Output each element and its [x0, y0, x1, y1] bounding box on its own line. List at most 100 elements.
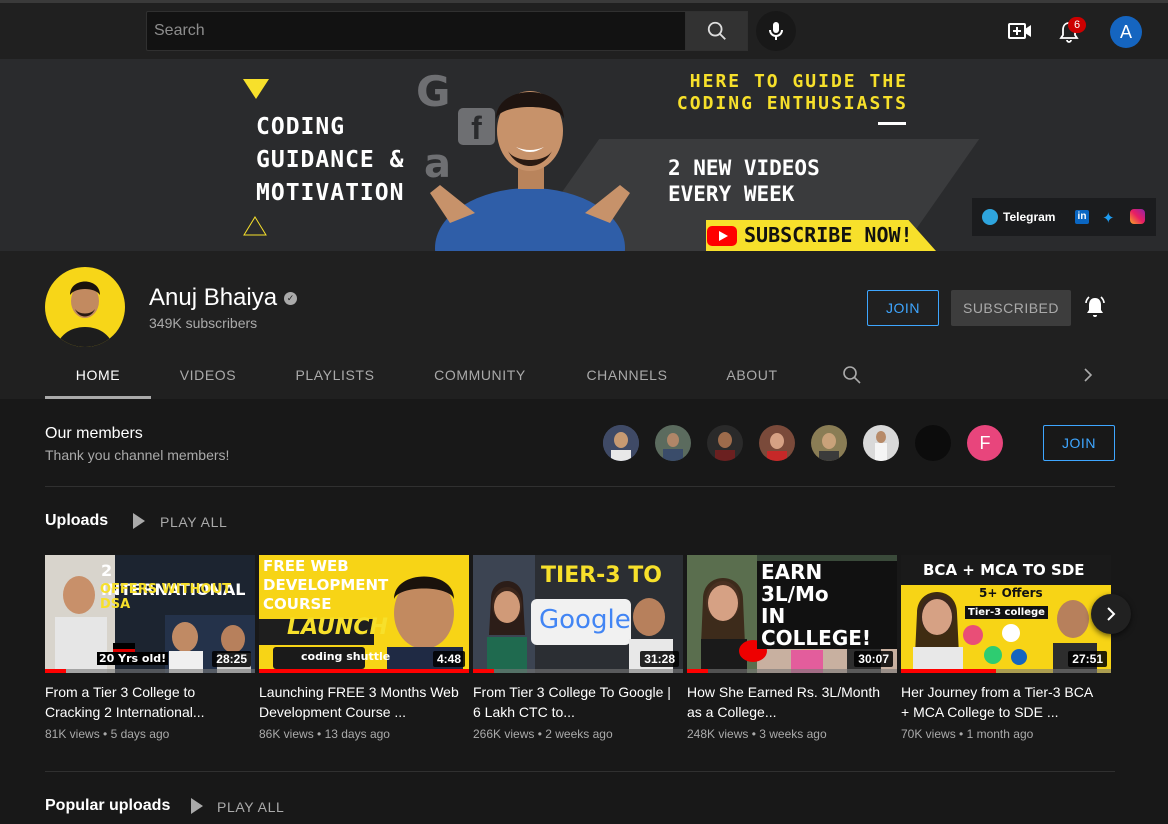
watch-progress-track [45, 669, 255, 673]
tab-home[interactable]: HOME [45, 354, 151, 399]
video-duration: 4:48 [432, 651, 465, 667]
thumbnail-headline: EARN 3L/Mo IN COLLEGE! [757, 561, 897, 649]
thumbnail-subheadline: OFFERS WITHOUT DSA [100, 582, 231, 612]
linkedin-icon[interactable]: in [1075, 210, 1089, 224]
twitter-icon[interactable]: ✦ [1102, 209, 1115, 227]
member-avatar[interactable] [707, 425, 743, 461]
members-subtitle: Thank you channel members! [45, 447, 230, 463]
notification-count-badge: 6 [1068, 17, 1086, 33]
account-avatar[interactable]: A [1110, 16, 1142, 48]
video-duration: 28:25 [212, 651, 251, 667]
member-avatar[interactable] [915, 425, 951, 461]
video-age: 1 month ago [966, 727, 1034, 741]
search-button[interactable] [685, 11, 748, 51]
thumbnail-launch-text: LAUNCH [287, 615, 388, 640]
join-button[interactable]: JOIN [867, 290, 939, 326]
video-title[interactable]: How She Earned Rs. 3L/Month as a College… [687, 682, 887, 722]
video-meta: 70K views • 1 month ago [901, 727, 1034, 741]
member-avatar[interactable] [863, 425, 899, 461]
video-card[interactable]: TIER-3 TO Google 31:28 From Tier 3 Colle… [473, 555, 683, 741]
video-views: 86K views [259, 727, 314, 741]
thumbnail-headline: BCA + MCA TO SDE [923, 561, 1085, 579]
subscriber-count: 349K subscribers [149, 315, 258, 331]
video-meta: 86K views • 13 days ago [259, 727, 390, 741]
thumbnail-caption: Tier-3 college [965, 606, 1048, 619]
section-divider [45, 771, 1115, 772]
watch-progress-bar [259, 669, 469, 673]
video-meta: 266K views • 2 weeks ago [473, 727, 613, 741]
watch-progress-bar [473, 669, 494, 673]
telegram-icon[interactable] [982, 209, 998, 225]
member-avatar[interactable] [603, 425, 639, 461]
presenter-photo [430, 91, 630, 251]
tab-channels[interactable]: CHANNELS [579, 354, 675, 399]
microphone-icon [769, 22, 783, 40]
telegram-link[interactable]: Telegram [1003, 210, 1055, 224]
watch-progress-bar [901, 669, 996, 673]
popular-uploads-title[interactable]: Popular uploads [45, 797, 170, 815]
video-title[interactable]: Launching FREE 3 Months Web Development … [259, 682, 459, 722]
channel-avatar[interactable] [45, 267, 125, 347]
video-title[interactable]: From Tier 3 College To Google | 6 Lakh C… [473, 682, 673, 722]
video-age: 13 days ago [324, 727, 390, 741]
video-card[interactable]: FREE WEB DEVELOPMENT COURSE LAUNCH coding … [259, 555, 469, 741]
watch-progress-bar [687, 669, 708, 673]
notification-bell-icon[interactable] [1083, 295, 1107, 319]
members-join-button[interactable]: JOIN [1043, 425, 1115, 461]
video-meta: 81K views • 5 days ago [45, 727, 170, 741]
tab-community[interactable]: COMMUNITY [427, 354, 533, 399]
members-title: Our members [45, 425, 143, 442]
member-avatar[interactable] [655, 425, 691, 461]
search-icon [707, 21, 726, 40]
search-input[interactable] [147, 12, 685, 50]
banner-triangle-icon [243, 79, 269, 99]
video-title[interactable]: Her Journey from a Tier-3 BCA + MCA Coll… [901, 682, 1101, 722]
channel-search-icon[interactable] [842, 365, 862, 385]
watch-progress-track [687, 669, 897, 673]
tab-playlists[interactable]: PLAYLISTS [285, 354, 385, 399]
video-meta: 248K views • 3 weeks ago [687, 727, 827, 741]
watch-progress-bar [45, 669, 66, 673]
video-add-icon [1008, 23, 1031, 39]
tab-about[interactable]: ABOUT [721, 354, 783, 399]
tab-videos[interactable]: VIDEOS [163, 354, 253, 399]
play-icon[interactable] [133, 513, 145, 529]
video-card[interactable]: BCA + MCA TO SDE 5+ Offers Tier-3 colleg… [901, 555, 1111, 741]
instagram-icon[interactable] [1130, 209, 1145, 224]
video-age: 2 weeks ago [545, 727, 613, 741]
video-thumbnail[interactable]: TIER-3 TO Google 31:28 [473, 555, 683, 673]
play-icon[interactable] [191, 798, 203, 814]
thumbnail-headline: TIER-3 TO [541, 563, 662, 588]
voice-search-button[interactable] [756, 11, 796, 51]
verified-check-icon: ✓ [284, 292, 297, 305]
uploads-title[interactable]: Uploads [45, 512, 108, 530]
create-video-button[interactable] [1006, 19, 1034, 43]
channel-header: Anuj Bhaiya ✓ 349K subscribers JOIN SUBS… [0, 251, 1168, 399]
shelf-next-button[interactable] [1091, 594, 1131, 634]
uploads-play-all[interactable]: PLAY ALL [160, 514, 227, 530]
member-avatar[interactable] [759, 425, 795, 461]
channel-avatar-photo [57, 281, 113, 347]
tabs-next-chevron-icon[interactable] [1080, 366, 1096, 384]
member-avatar[interactable] [811, 425, 847, 461]
video-title[interactable]: From a Tier 3 College to Cracking 2 Inte… [45, 682, 245, 722]
video-thumbnail[interactable]: EARN 3L/Mo IN COLLEGE! 30:07 [687, 555, 897, 673]
member-avatar[interactable]: F [967, 425, 1003, 461]
thumbnail-headline: FREE WEB DEVELOPMENT COURSE [263, 557, 389, 613]
chevron-right-icon [1107, 607, 1116, 621]
video-card[interactable]: EARN 3L/Mo IN COLLEGE! 30:07 How She Earn… [687, 555, 897, 741]
watch-progress-track [473, 669, 683, 673]
video-thumbnail[interactable]: FREE WEB DEVELOPMENT COURSE LAUNCH coding … [259, 555, 469, 673]
social-links-box [972, 198, 1156, 236]
video-duration: 27:51 [1068, 651, 1107, 667]
popular-play-all[interactable]: PLAY ALL [217, 799, 284, 815]
video-thumbnail[interactable]: 2 INTERNATIONAL OFFERS WITHOUT DSA 20 Yr… [45, 555, 255, 673]
video-age: 3 weeks ago [759, 727, 827, 741]
subscribed-button[interactable]: SUBSCRIBED [951, 290, 1071, 326]
video-duration: 31:28 [640, 651, 679, 667]
thumbnail-caption: coding shuttle [301, 650, 391, 663]
search-box[interactable] [146, 11, 686, 51]
youtube-play-icon [707, 226, 737, 246]
video-card[interactable]: 2 INTERNATIONAL OFFERS WITHOUT DSA 20 Yr… [45, 555, 255, 741]
video-thumbnail[interactable]: BCA + MCA TO SDE 5+ Offers Tier-3 colleg… [901, 555, 1111, 673]
